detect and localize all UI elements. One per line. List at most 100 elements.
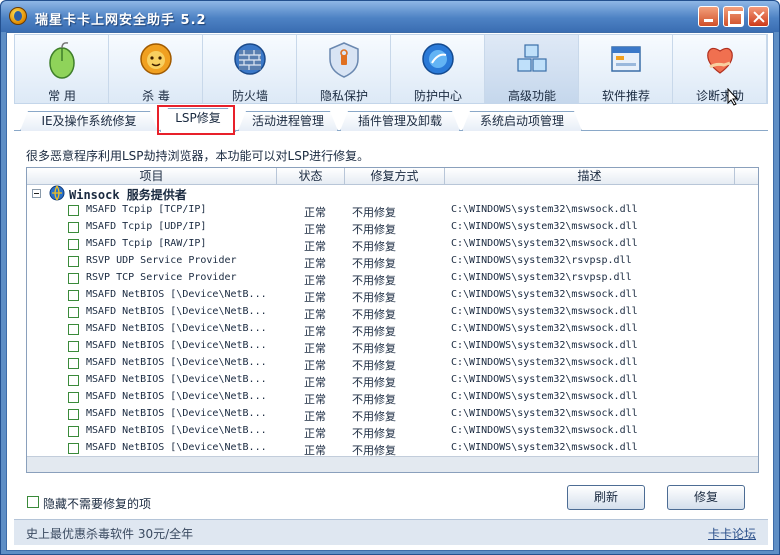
list-item[interactable]: MSAFD NetBIOS [\Device\NetB... 正常 不用修复 C:\W… [27, 423, 758, 440]
column-header-desc[interactable]: 描述 [445, 168, 735, 184]
row-name: MSAFD NetBIOS [\Device\NetB... [86, 357, 267, 368]
row-checkbox[interactable] [68, 375, 79, 386]
list-item[interactable]: MSAFD Tcpip [TCP/IP] 正常 不用修复 C:\WINDOWS\sys… [27, 202, 758, 219]
row-description: C:\WINDOWS\system32\mswsock.dll [451, 306, 638, 317]
row-description: C:\WINDOWS\system32\mswsock.dll [451, 408, 638, 419]
tab-plugin-manager[interactable]: 插件管理及卸载 [340, 111, 460, 131]
row-name: MSAFD NetBIOS [\Device\NetB... [86, 323, 267, 334]
row-description: C:\WINDOWS\system32\mswsock.dll [451, 425, 638, 436]
list-item[interactable]: MSAFD NetBIOS [\Device\NetB... 正常 不用修复 C:\W… [27, 372, 758, 389]
row-name: MSAFD NetBIOS [\Device\NetB... [86, 408, 267, 419]
row-description: C:\WINDOWS\system32\mswsock.dll [451, 442, 638, 453]
group-row[interactable]: Winsock 服务提供者 [27, 185, 758, 202]
tab-ie-system-repair[interactable]: IE及操作系统修复 [20, 111, 158, 131]
privacy-shield-icon [329, 42, 359, 78]
maximize-button[interactable] [723, 6, 744, 27]
row-status: 正常 [304, 291, 326, 304]
close-button[interactable] [748, 6, 769, 27]
row-checkbox[interactable] [68, 205, 79, 216]
row-description: C:\WINDOWS\system32\mswsock.dll [451, 357, 638, 368]
list-item[interactable]: MSAFD NetBIOS [\Device\NetB... 正常 不用修复 C:\W… [27, 389, 758, 406]
row-name: MSAFD NetBIOS [\Device\NetB... [86, 340, 267, 351]
toolbar-label: 软件推荐 [601, 89, 650, 103]
row-checkbox[interactable] [68, 222, 79, 233]
list-item[interactable]: MSAFD NetBIOS [\Device\NetB... 正常 不用修复 C:\W… [27, 355, 758, 372]
firewall-icon [234, 43, 266, 75]
row-repair-mode: 不用修复 [352, 376, 396, 389]
row-status: 正常 [304, 359, 326, 372]
toolbar-item-firewall[interactable]: 防火墙 [203, 35, 297, 103]
row-description: C:\WINDOWS\system32\mswsock.dll [451, 221, 638, 232]
row-status: 正常 [304, 342, 326, 355]
row-checkbox[interactable] [68, 341, 79, 352]
row-name: MSAFD NetBIOS [\Device\NetB... [86, 425, 267, 436]
protection-globe-icon [422, 43, 454, 75]
row-repair-mode: 不用修复 [352, 359, 396, 372]
forum-link[interactable]: 卡卡论坛 [708, 525, 756, 542]
toolbar-item-advanced[interactable]: 高级功能 [485, 35, 579, 103]
refresh-button[interactable]: 刷新 [567, 485, 645, 510]
row-status: 正常 [304, 206, 326, 219]
list-item[interactable]: MSAFD NetBIOS [\Device\NetB... 正常 不用修复 C:\W… [27, 304, 758, 321]
repair-button[interactable]: 修复 [667, 485, 745, 510]
toolbar-item-antivirus[interactable]: 杀 毒 [109, 35, 203, 103]
row-checkbox[interactable] [68, 409, 79, 420]
mouse-cursor-icon [727, 88, 739, 106]
row-checkbox[interactable] [68, 324, 79, 335]
row-checkbox[interactable] [68, 256, 79, 267]
row-name: RSVP UDP Service Provider [86, 255, 237, 266]
row-description: C:\WINDOWS\system32\mswsock.dll [451, 374, 638, 385]
list-item[interactable]: MSAFD NetBIOS [\Device\NetB... 正常 不用修复 C:\W… [27, 338, 758, 355]
list-body: Winsock 服务提供者 MSAFD Tcpip [TCP/IP] 正常 不用修复… [27, 185, 758, 457]
toolbar-item-privacy[interactable]: 隐私保护 [297, 35, 391, 103]
toolbar-item-software[interactable]: 软件推荐 [579, 35, 673, 103]
row-repair-mode: 不用修复 [352, 291, 396, 304]
row-repair-mode: 不用修复 [352, 427, 396, 440]
toolbar-label: 诊断求助 [695, 89, 744, 103]
toolbar-label: 防火墙 [231, 89, 268, 103]
list-item[interactable]: RSVP TCP Service Provider 正常 不用修复 C:\WINDOW… [27, 270, 758, 287]
toolbar-label: 高级功能 [507, 89, 556, 103]
row-name: MSAFD NetBIOS [\Device\NetB... [86, 289, 267, 300]
list-item[interactable]: MSAFD NetBIOS [\Device\NetB... 正常 不用修复 C:\W… [27, 406, 758, 423]
toolbar-label: 防护中心 [413, 89, 462, 103]
title-bar[interactable]: 瑞星卡卡上网安全助手 5.2 [1, 1, 779, 32]
row-repair-mode: 不用修复 [352, 223, 396, 236]
row-checkbox[interactable] [68, 392, 79, 403]
app-window: 瑞星卡卡上网安全助手 5.2 常 用 杀 毒 防火墙 隐私保护 防护中心 高级功… [0, 0, 780, 555]
list-item[interactable]: MSAFD NetBIOS [\Device\NetB... 正常 不用修复 C:\W… [27, 321, 758, 338]
list-item[interactable]: MSAFD NetBIOS [\Device\NetB... 正常 不用修复 C:\W… [27, 287, 758, 304]
toolbar-item-protection[interactable]: 防护中心 [391, 35, 485, 103]
minimize-button[interactable] [698, 6, 719, 27]
row-checkbox[interactable] [68, 307, 79, 318]
hide-unneeded-checkbox[interactable] [27, 496, 39, 508]
row-checkbox[interactable] [68, 273, 79, 284]
row-repair-mode: 不用修复 [352, 240, 396, 253]
list-horizontal-scrollbar[interactable] [27, 456, 758, 472]
row-description: C:\WINDOWS\system32\mswsock.dll [451, 340, 638, 351]
list-item[interactable]: MSAFD Tcpip [RAW/IP] 正常 不用修复 C:\WINDOWS\sys… [27, 236, 758, 253]
list-item[interactable]: MSAFD Tcpip [UDP/IP] 正常 不用修复 C:\WINDOWS\sys… [27, 219, 758, 236]
list-item[interactable]: MSAFD NetBIOS [\Device\NetB... 正常 不用修复 C:\W… [27, 440, 758, 457]
tab-startup-manager[interactable]: 系统启动项管理 [462, 111, 582, 131]
toolbar-item-common[interactable]: 常 用 [15, 35, 109, 103]
toolbar-item-diagnose[interactable]: 诊断求助 [673, 35, 767, 103]
collapse-icon[interactable] [32, 189, 41, 198]
row-repair-mode: 不用修复 [352, 206, 396, 219]
row-checkbox[interactable] [68, 426, 79, 437]
list-item[interactable]: RSVP UDP Service Provider 正常 不用修复 C:\WINDOW… [27, 253, 758, 270]
row-status: 正常 [304, 308, 326, 321]
row-name: MSAFD Tcpip [RAW/IP] [86, 238, 207, 249]
row-checkbox[interactable] [68, 443, 79, 454]
row-checkbox[interactable] [68, 239, 79, 250]
column-header-status[interactable]: 状态 [277, 168, 345, 184]
row-name: MSAFD Tcpip [UDP/IP] [86, 221, 207, 232]
row-description: C:\WINDOWS\system32\mswsock.dll [451, 289, 638, 300]
column-header-item[interactable]: 项目 [27, 168, 277, 184]
row-description: C:\WINDOWS\system32\rsvpsp.dll [451, 272, 632, 283]
list-header: 项目 状态 修复方式 描述 [27, 168, 758, 185]
tab-process-manager[interactable]: 活动进程管理 [238, 111, 338, 131]
column-header-mode[interactable]: 修复方式 [345, 168, 445, 184]
row-checkbox[interactable] [68, 358, 79, 369]
row-checkbox[interactable] [68, 290, 79, 301]
